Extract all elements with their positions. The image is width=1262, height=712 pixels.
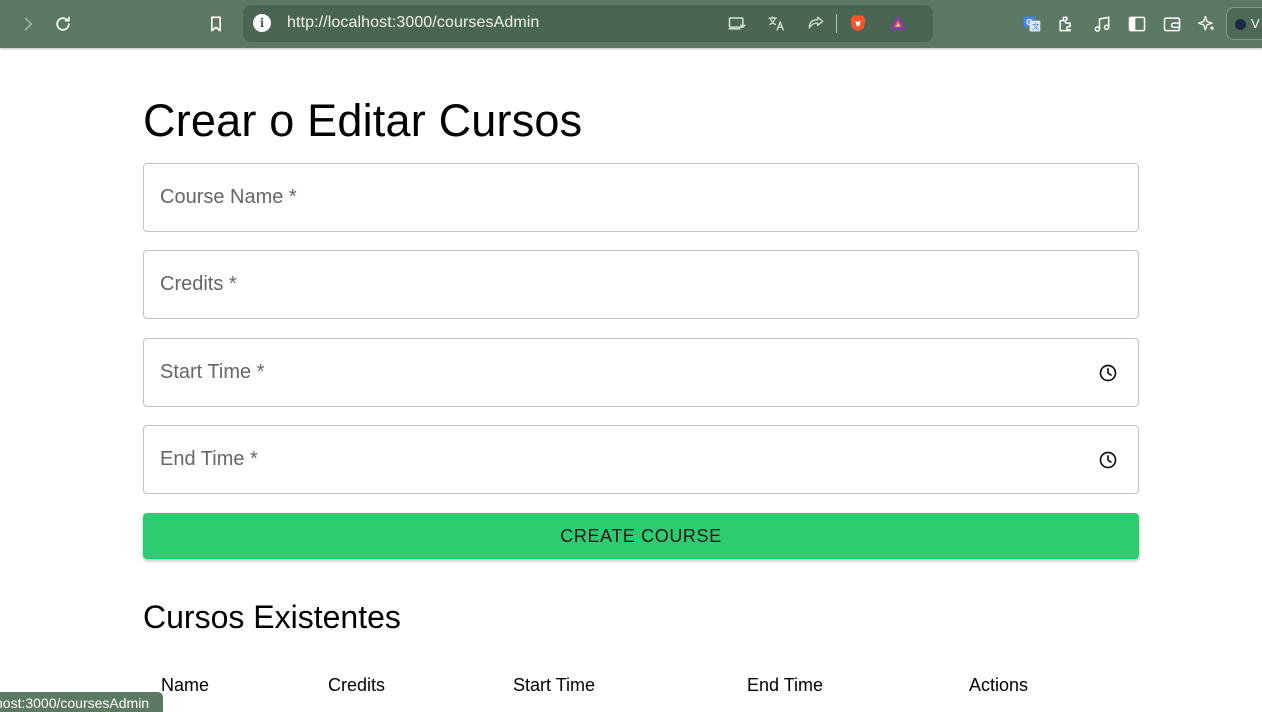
google-translate-icon[interactable]: G文 [1020,12,1044,36]
sidebar-icon[interactable] [1125,12,1149,36]
clock-icon[interactable] [1098,450,1118,470]
wallet-icon[interactable] [1160,12,1184,36]
browser-toolbar: i http://localhost:3000/coursesAdmin G文 [0,0,1262,48]
credits-field[interactable]: Credits * [143,250,1139,319]
course-name-field[interactable]: Course Name * [143,163,1139,232]
brave-shields-icon[interactable] [846,11,870,35]
end-time-field[interactable]: End Time * [143,425,1139,494]
leo-ai-icon[interactable] [1195,12,1219,36]
translate-icon[interactable] [764,11,788,35]
clock-icon[interactable] [1098,363,1118,383]
share-icon[interactable] [804,11,828,35]
media-icon[interactable] [1090,12,1114,36]
courses-section-title: Cursos Existentes [143,599,401,635]
url-text[interactable]: http://localhost:3000/coursesAdmin [287,14,539,32]
status-url: host:3000/coursesAdmin [0,695,150,711]
end-time-label: End Time * [160,448,258,470]
brave-rewards-icon[interactable] [886,11,910,35]
address-bar-separator [836,14,837,33]
address-bar[interactable]: i http://localhost:3000/coursesAdmin [243,5,933,42]
site-info-icon[interactable]: i [253,14,271,32]
course-name-label: Course Name * [160,186,297,208]
column-header-actions: Actions [969,675,1029,695]
credits-label: Credits * [160,273,237,295]
create-course-button[interactable]: CREATE COURSE [143,513,1139,559]
profile-avatar [1235,19,1246,30]
start-time-field[interactable]: Start Time * [143,338,1139,407]
start-time-label: Start Time * [160,361,265,383]
install-app-icon[interactable] [725,11,749,35]
extensions-icon[interactable] [1054,12,1078,36]
status-bar: host:3000/coursesAdmin [0,692,164,712]
profile-initial: V [1251,16,1260,31]
svg-text:文: 文 [1032,21,1040,31]
reload-icon[interactable] [51,12,75,36]
column-header-name: Name [161,675,210,695]
column-header-end-time: End Time [747,675,824,695]
column-header-start-time: Start Time [513,675,596,695]
page-title: Crear o Editar Cursos [143,95,583,146]
bookmark-icon[interactable] [204,12,228,36]
forward-icon[interactable] [16,12,40,36]
column-header-credits: Credits [328,675,386,695]
profile-button[interactable]: V [1226,7,1262,40]
